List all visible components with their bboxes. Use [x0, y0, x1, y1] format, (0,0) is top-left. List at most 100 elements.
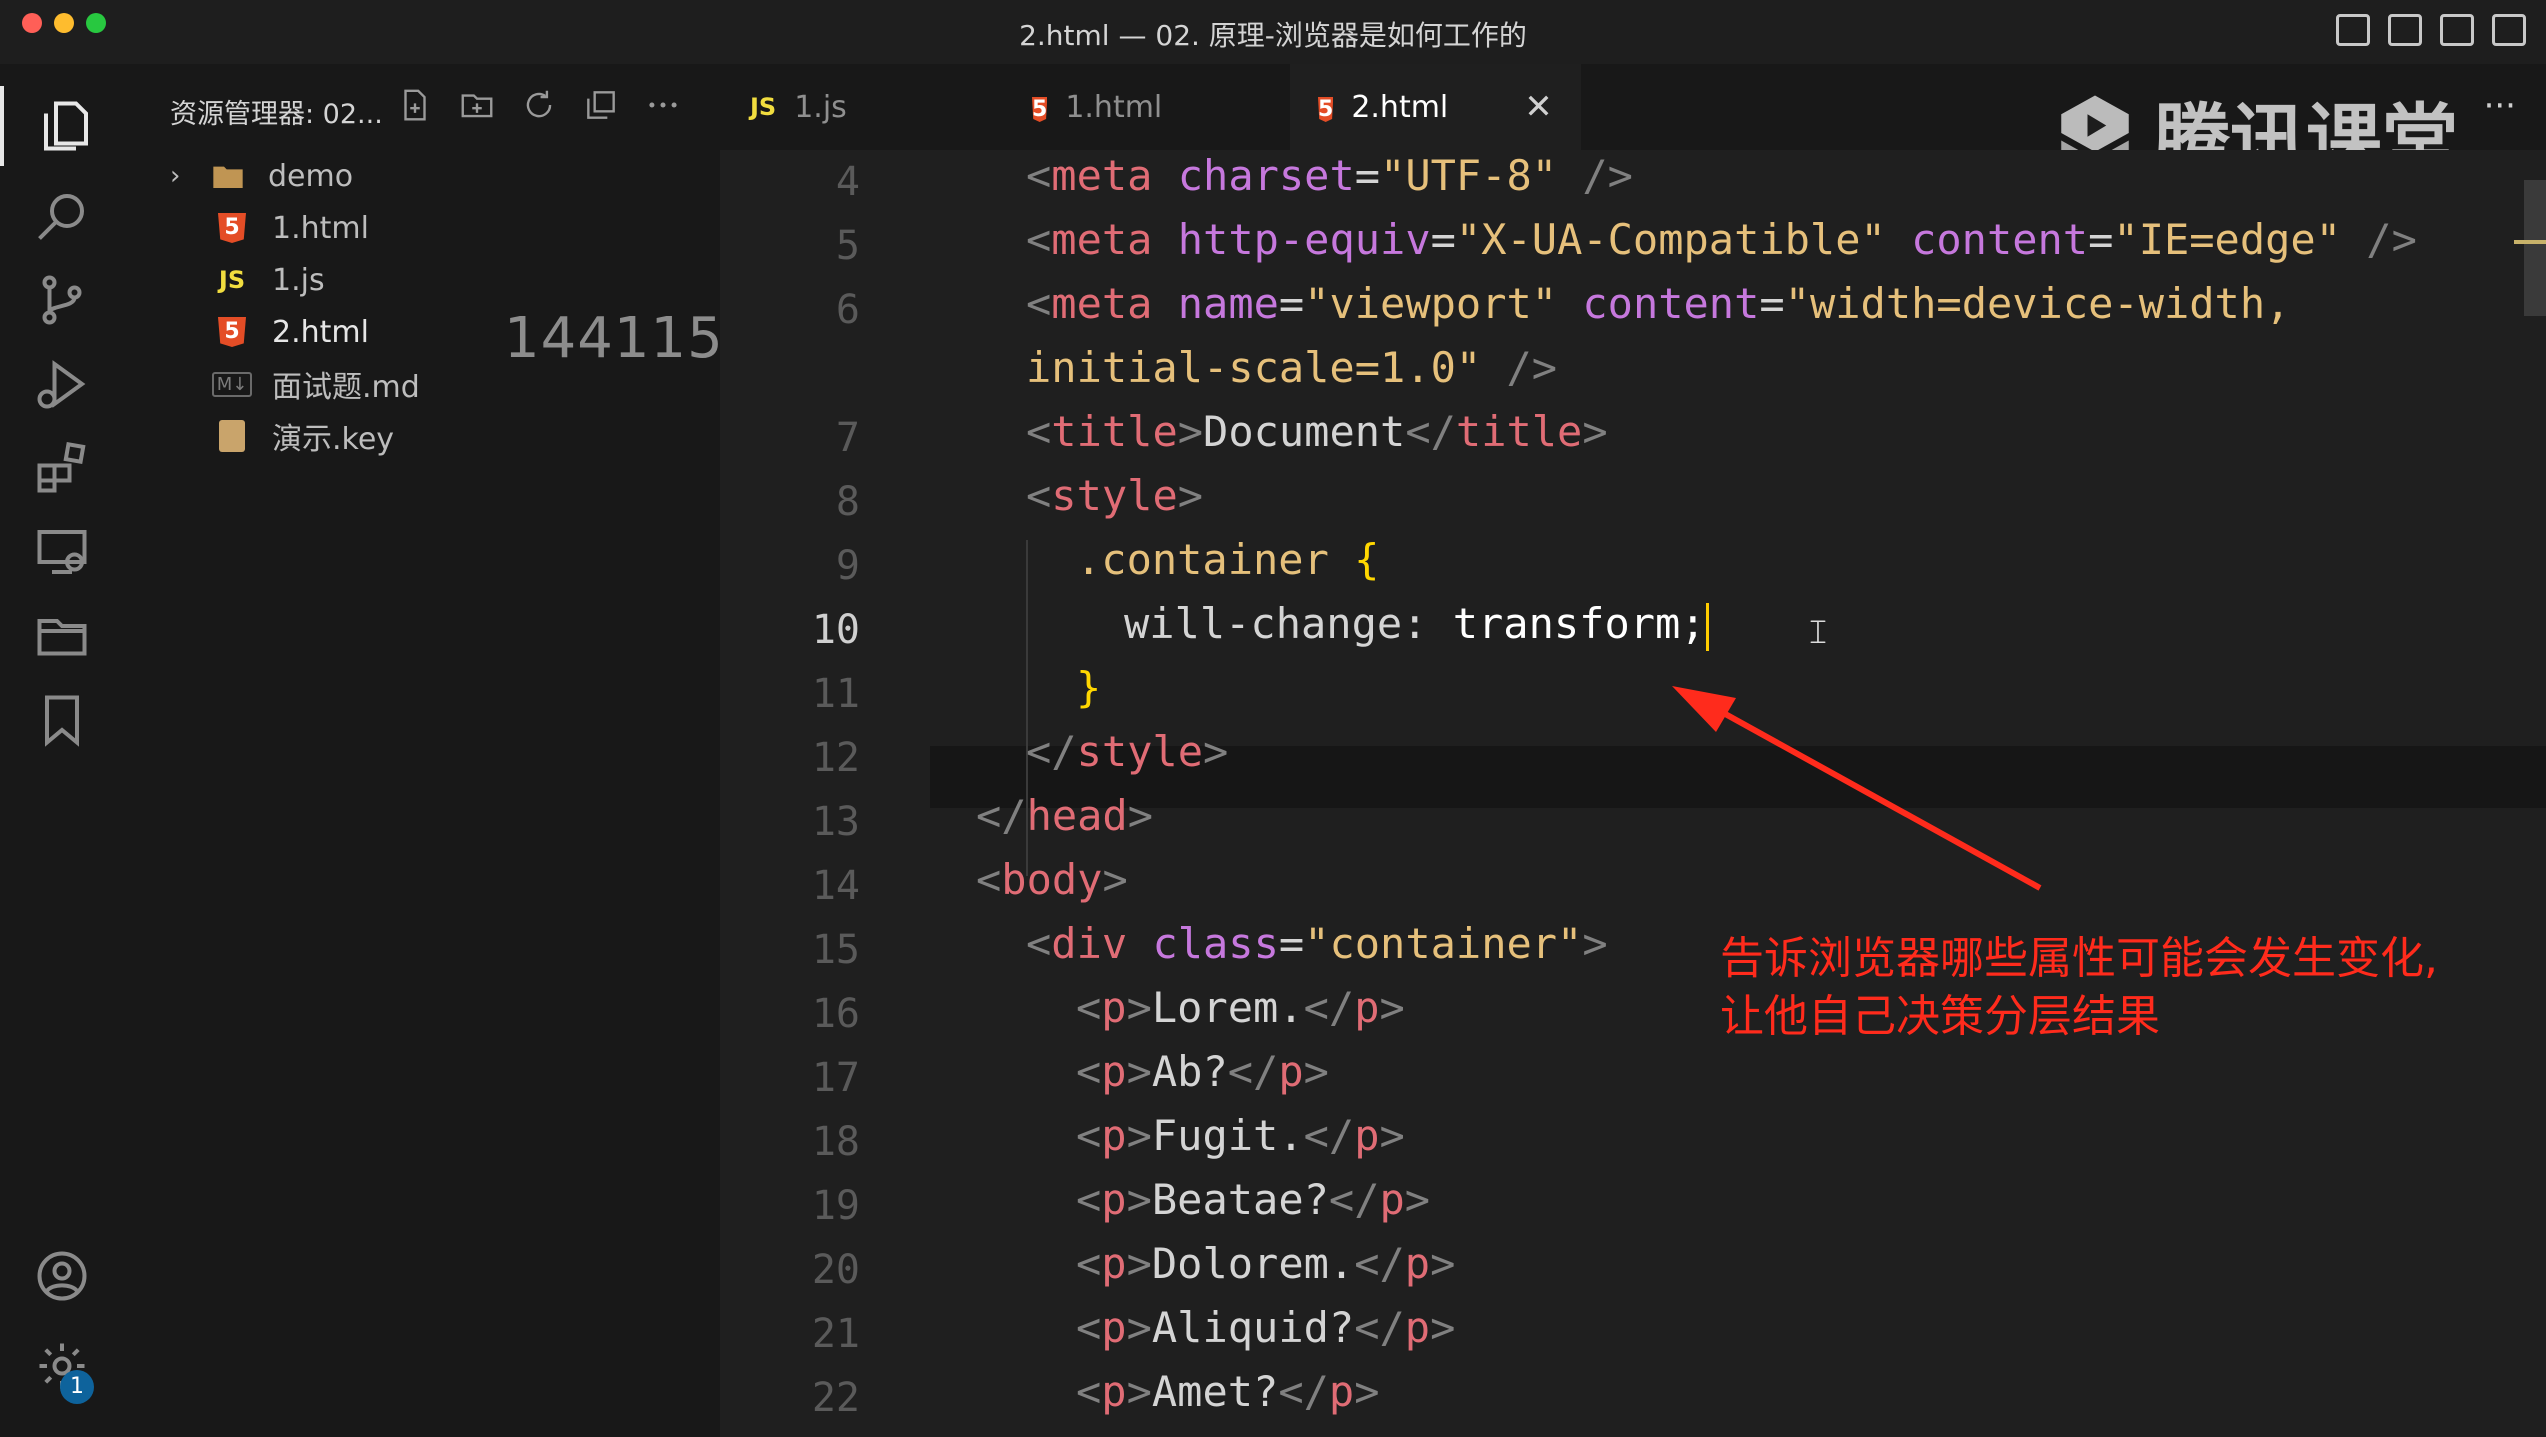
annotation-line-1: 告诉浏览器哪些属性可能会发生变化,: [1720, 933, 2438, 984]
code-line: <meta name="viewport" content="width=dev…: [1026, 279, 2291, 328]
tab-label: 1.js: [794, 89, 847, 125]
line-number: 16: [811, 991, 860, 1037]
html5-icon: 5: [204, 317, 260, 347]
remote-explorer-icon: [37, 530, 87, 574]
tree-item-label: 面试题.md: [272, 370, 420, 405]
code-line-wrapped: initial-scale=1.0" />: [1026, 343, 1558, 392]
refresh-icon[interactable]: [520, 86, 558, 124]
collapse-all-icon[interactable]: [582, 86, 620, 124]
folder-button[interactable]: [22, 596, 102, 676]
line-number: 14: [811, 863, 860, 909]
settings-badge: 1: [60, 1370, 94, 1404]
source-control-icon: [42, 275, 82, 325]
line-number: 11: [811, 671, 860, 717]
search-button[interactable]: [22, 176, 102, 256]
tree-file-1-js[interactable]: JS 1.js: [124, 254, 720, 306]
explorer-title: 资源管理器: 02...: [170, 99, 383, 130]
tree-file-1-html[interactable]: 5 1.html: [124, 202, 720, 254]
customize-layout-icon[interactable]: [2492, 14, 2526, 46]
line-number: 6: [835, 287, 860, 333]
more-actions-icon[interactable]: ···: [2484, 86, 2516, 126]
account-icon: [37, 1251, 87, 1301]
tab-2-html[interactable]: 5 2.html ✕: [1290, 64, 1581, 153]
toggle-primary-sidebar-icon[interactable]: [2336, 14, 2370, 46]
tab-1-html[interactable]: 5 1.html: [1032, 64, 1162, 150]
settings-button[interactable]: 1: [22, 1326, 102, 1406]
mouse-ibeam-cursor-icon: 𝙸: [1806, 612, 1830, 652]
remote-explorer-button[interactable]: [22, 512, 102, 592]
explorer-actions: [396, 86, 682, 124]
code-line: <title>Document</title>: [1026, 407, 1608, 456]
code-line: <p>Amet?</p>: [1076, 1367, 1380, 1416]
tree-folder-demo[interactable]: › demo: [124, 150, 720, 202]
folder-icon: [200, 162, 256, 190]
tree-item-label: demo: [268, 158, 354, 194]
source-control-button[interactable]: [22, 260, 102, 340]
annotation-line-2: 让他自己决策分层结果: [1720, 991, 2160, 1042]
scroll-marker: [2514, 240, 2546, 244]
line-number: 7: [835, 415, 860, 461]
line-number: 18: [811, 1119, 860, 1165]
javascript-icon: JS: [750, 93, 777, 121]
code-line: .container {: [1076, 535, 1380, 584]
annotation-text: 告诉浏览器哪些属性可能会发生变化, 让他自己决策分层结果: [1720, 930, 2438, 1046]
tree-item-label: 1.js: [272, 262, 325, 298]
code-line: <p>Aliquid?</p>: [1076, 1303, 1456, 1352]
keynote-icon: [204, 420, 260, 452]
code-line-active: will-change: transform;: [1124, 592, 1709, 656]
tree-file-key[interactable]: 演示.key: [124, 410, 720, 462]
code-line: <p>Lorem.</p>: [1076, 983, 1405, 1032]
code-line: }: [1076, 663, 1102, 712]
code-line: </style>: [1026, 727, 1229, 776]
text-cursor: [1705, 602, 1709, 651]
line-number: 5: [835, 223, 860, 269]
account-button[interactable]: [22, 1236, 102, 1316]
run-debug-icon: [37, 360, 86, 409]
code-line: <p>Fugit.</p>: [1076, 1111, 1405, 1160]
extensions-button[interactable]: [22, 428, 102, 508]
folder-icon: [37, 619, 87, 656]
explorer-icon: [44, 101, 88, 151]
toggle-panel-icon[interactable]: [2388, 14, 2422, 46]
line-number: 8: [835, 479, 860, 525]
tab-1-js[interactable]: JS 1.js: [750, 64, 847, 150]
line-number: 19: [811, 1183, 860, 1229]
code-line: <body>: [976, 855, 1128, 904]
explorer-sidebar: 资源管理器: 02... › demo 5 1.html JS 1.js 5 2…: [124, 64, 721, 1437]
activity-bar: 1: [0, 64, 125, 1437]
code-line: <p>Ab?</p>: [1076, 1047, 1329, 1096]
tree-item-label: 演示.key: [272, 422, 395, 457]
bookmark-icon: [45, 695, 79, 747]
html5-icon: 5: [1318, 97, 1334, 122]
code-line: <div class="container">: [1026, 919, 1608, 968]
toggle-secondary-sidebar-icon[interactable]: [2440, 14, 2474, 46]
code-line: <style>: [1026, 471, 1204, 520]
line-number: 13: [811, 799, 860, 845]
editor-scrollbar[interactable]: [2524, 180, 2546, 316]
line-number: 21: [811, 1311, 860, 1357]
layout-controls: [2336, 14, 2526, 46]
bookmark-button[interactable]: [22, 680, 102, 760]
line-number: 22: [811, 1375, 860, 1421]
new-folder-icon[interactable]: [458, 86, 496, 124]
line-number: 9: [835, 543, 860, 589]
line-number: 15: [811, 927, 860, 973]
markdown-icon: M↓: [204, 371, 260, 397]
javascript-icon: JS: [218, 266, 246, 294]
tab-label: 1.html: [1065, 89, 1163, 125]
code-line: </head>: [976, 791, 1154, 840]
code-line: <meta http-equiv="X-UA-Compatible" conte…: [1026, 215, 2417, 264]
line-number-active: 10: [811, 607, 860, 653]
line-number: 12: [811, 735, 860, 781]
explorer-button[interactable]: [0, 86, 128, 166]
close-tab-icon[interactable]: ✕: [1524, 87, 1553, 127]
search-icon: [38, 194, 84, 240]
html5-icon: 5: [204, 213, 260, 243]
tree-item-label: 2.html: [272, 314, 369, 350]
run-debug-button[interactable]: [22, 344, 102, 424]
code-editor[interactable]: 4 5 6 7 8 9 10 11 12 13 14 15 16 17 18 1…: [720, 150, 2546, 1437]
chevron-right-icon: ›: [170, 161, 181, 191]
more-actions-icon[interactable]: [644, 86, 682, 124]
new-file-icon[interactable]: [396, 86, 434, 124]
extensions-icon: [37, 441, 86, 493]
